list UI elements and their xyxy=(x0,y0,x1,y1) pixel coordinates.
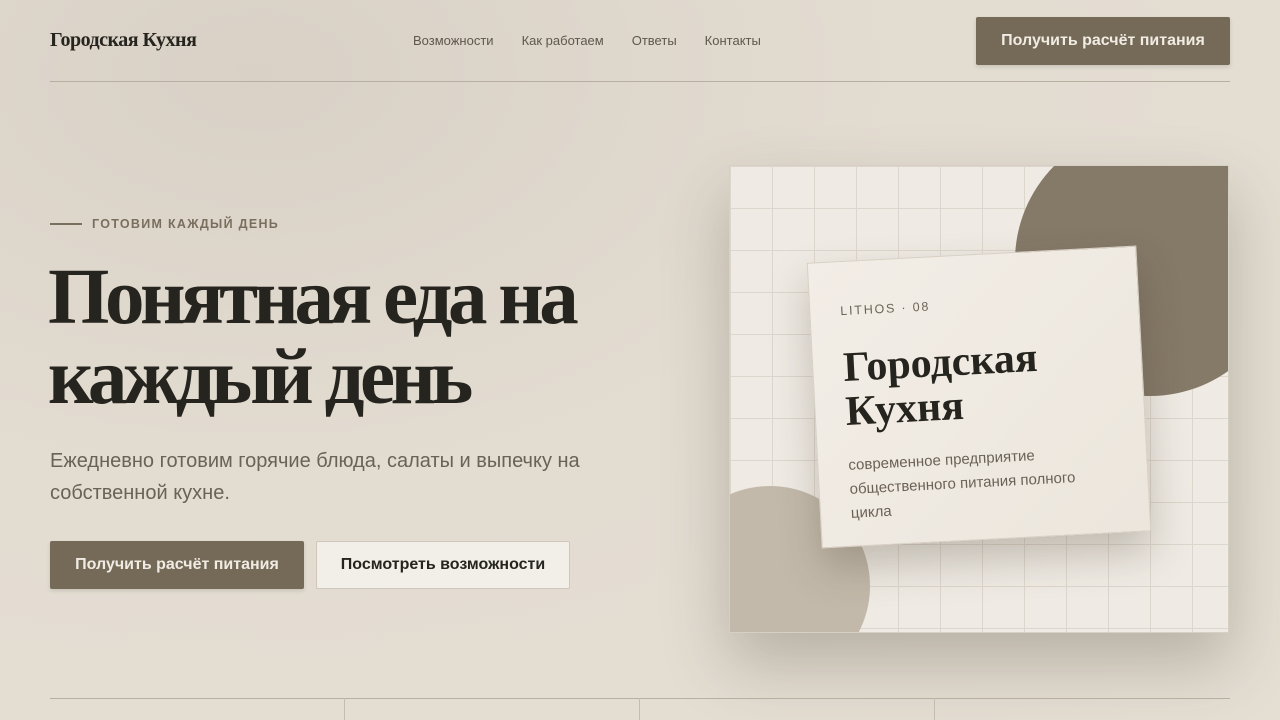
nav-link-faq[interactable]: Ответы xyxy=(632,33,677,48)
nav-link-features[interactable]: Возможности xyxy=(413,33,494,48)
brand-card: LITHOS · 08 Городская Кухня современное … xyxy=(806,245,1152,549)
section-divider xyxy=(50,698,1230,699)
brand-logo[interactable]: Городская Кухня xyxy=(50,29,197,52)
feature-column-divider xyxy=(344,698,345,720)
card-description: современное предприятие общественного пи… xyxy=(847,447,1076,522)
hero-visual: LITHOS · 08 Городская Кухня современное … xyxy=(729,165,1229,633)
hero-secondary-button[interactable]: Посмотреть возможности xyxy=(316,541,570,589)
hero-lead: Ежедневно готовим горячие блюда, салаты … xyxy=(50,450,580,504)
feature-column-divider xyxy=(934,698,935,720)
nav-link-how-we-work[interactable]: Как работаем xyxy=(522,33,604,48)
eyebrow-divider xyxy=(50,223,82,225)
hero-headline: Понятная еда на каждый день xyxy=(48,254,579,421)
header-cta-button[interactable]: Получить расчёт питания xyxy=(976,17,1230,65)
card-title: Городская Кухня xyxy=(842,334,1039,435)
eyebrow-text: ГОТОВИМ КАЖДЫЙ ДЕНЬ xyxy=(92,217,280,231)
nav-link-contacts[interactable]: Контакты xyxy=(705,33,761,48)
card-tag: LITHOS · 08 xyxy=(839,299,931,319)
hero-primary-button[interactable]: Получить расчёт питания xyxy=(50,541,304,589)
feature-column-divider xyxy=(639,698,640,720)
hero-eyebrow: ГОТОВИМ КАЖДЫЙ ДЕНЬ xyxy=(50,217,279,231)
main-nav: Возможности Как работаем Ответы Контакты xyxy=(413,33,761,48)
site-header: Городская Кухня Возможности Как работаем… xyxy=(50,0,1230,82)
